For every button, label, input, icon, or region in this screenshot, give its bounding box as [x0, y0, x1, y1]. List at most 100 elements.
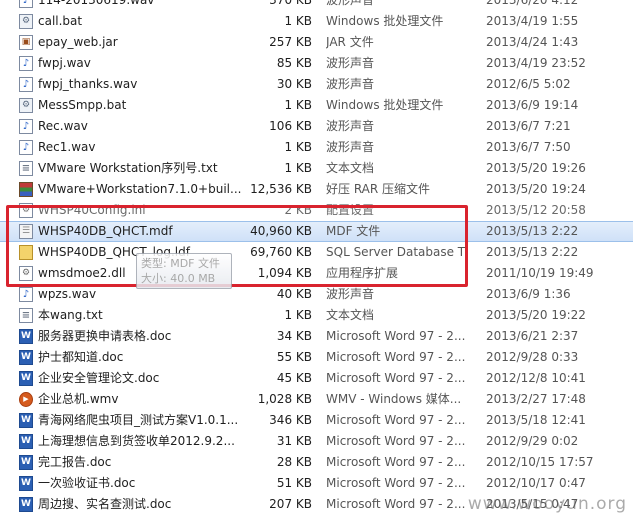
file-size: 1 KB: [284, 14, 312, 28]
file-date: 2013/6/9 19:14: [486, 98, 579, 112]
file-row[interactable]: 企业总机.wmv 1,028 KB WMV - Windows 媒体... 2013/…: [0, 389, 633, 410]
file-row[interactable]: MessSmpp.bat 1 KB Windows 批处理文件 2013/6/9 19…: [0, 95, 633, 116]
wav-icon: [19, 140, 33, 155]
wav-icon: [19, 119, 33, 134]
batch-file-icon: [19, 98, 33, 113]
file-size: 12,536 KB: [250, 182, 312, 196]
file-name: VMware Workstation序列号.txt: [38, 161, 218, 175]
file-size: 207 KB: [269, 497, 312, 511]
file-size: 257 KB: [269, 35, 312, 49]
file-row[interactable]: 青海网络爬虫项目_测试方案V1.0.1... 346 KB Microsoft Wo…: [0, 410, 633, 431]
file-name: epay_web.jar: [38, 35, 118, 49]
file-row[interactable]: VMware Workstation序列号.txt 1 KB 文本文档 2013/5/…: [0, 158, 633, 179]
file-row[interactable]: fwpj.wav 85 KB 波形声音 2013/4/19 23:52: [0, 53, 633, 74]
file-type: Microsoft Word 97 - 2...: [326, 329, 466, 343]
file-date: 2012/10/15 17:57: [486, 455, 594, 469]
file-date: 2012/12/8 10:41: [486, 371, 586, 385]
file-size: 51 KB: [276, 476, 312, 490]
word-document-icon: [19, 413, 33, 428]
file-row[interactable]: 上海理想信息到货签收单2012.9.2... 31 KB Microsoft Wor…: [0, 431, 633, 452]
file-row[interactable]: 服务器更换申请表格.doc 34 KB Microsoft Word 97 - 2.…: [0, 326, 633, 347]
file-date: 2012/9/28 0:33: [486, 350, 579, 364]
wav-icon: [19, 287, 33, 302]
file-type: 文本文档: [326, 308, 375, 322]
file-date: 2013/6/21 2:37: [486, 329, 579, 343]
word-document-icon: [19, 350, 33, 365]
file-date: 2013/4/19 23:52: [486, 56, 586, 70]
file-date: 2013/5/13 2:22: [486, 245, 579, 259]
file-name: 青海网络爬虫项目_测试方案V1.0.1...: [38, 413, 239, 427]
word-document-icon: [19, 497, 33, 512]
file-name: 企业安全管理论文.doc: [38, 371, 160, 385]
file-type: 波形声音: [326, 140, 375, 154]
file-type: 文本文档: [326, 161, 375, 175]
file-row[interactable]: 本wang.txt 1 KB 文本文档 2013/5/20 19:22: [0, 305, 633, 326]
word-document-icon: [19, 371, 33, 386]
file-type: Windows 批处理文件: [326, 98, 444, 112]
rar-archive-icon: [19, 182, 33, 197]
file-type: Microsoft Word 97 - 2...: [326, 350, 466, 364]
file-row[interactable]: call.bat 1 KB Windows 批处理文件 2013/4/19 1:55: [0, 11, 633, 32]
wav-icon: [19, 56, 33, 71]
file-name: Rec.wav: [38, 119, 88, 133]
batch-file-icon: [19, 14, 33, 29]
file-date: 2013/6/7 7:21: [486, 119, 571, 133]
file-row[interactable]: Rec.wav 106 KB 波形声音 2013/6/7 7:21: [0, 116, 633, 137]
file-info-tooltip: 类型: MDF 文件 大小: 40.0 MB: [136, 253, 232, 289]
word-document-icon: [19, 455, 33, 470]
word-document-icon: [19, 434, 33, 449]
file-size: 30 KB: [276, 77, 312, 91]
text-file-icon: [19, 161, 33, 176]
word-document-icon: [19, 329, 33, 344]
file-date: 2013/6/7 7:50: [486, 140, 571, 154]
file-type: Microsoft Word 97 - 2...: [326, 371, 466, 385]
file-name: fwpj.wav: [38, 56, 91, 70]
file-type: Microsoft Word 97 - 2...: [326, 476, 466, 490]
file-date: 2013/5/13 2:22: [486, 224, 579, 238]
file-name: 本wang.txt: [38, 308, 103, 322]
file-type: JAR 文件: [326, 35, 374, 49]
file-row[interactable]: VMware+Workstation7.1.0+buil... 12,536 KB…: [0, 179, 633, 200]
file-row[interactable]: epay_web.jar 257 KB JAR 文件 2013/4/24 1:43: [0, 32, 633, 53]
jar-file-icon: [19, 35, 33, 50]
file-date: 2013/5/20 19:24: [486, 182, 586, 196]
file-type: 波形声音: [326, 77, 375, 91]
file-type: WMV - Windows 媒体...: [326, 392, 462, 406]
file-size: 85 KB: [276, 56, 312, 70]
file-size: 40 KB: [276, 287, 312, 301]
file-date: 2013/5/20 19:26: [486, 161, 586, 175]
tooltip-type: 类型: MDF 文件: [141, 257, 220, 270]
file-size: 28 KB: [276, 455, 312, 469]
file-type: 波形声音: [326, 287, 375, 301]
file-type: Microsoft Word 97 - 2...: [326, 434, 466, 448]
file-name: Rec1.wav: [38, 140, 96, 154]
tooltip-size: 大小: 40.0 MB: [141, 272, 216, 285]
watermark: www.wooyun.org: [467, 494, 627, 514]
file-name: VMware+Workstation7.1.0+buil...: [38, 182, 242, 196]
file-size: 106 KB: [269, 119, 312, 133]
file-type: 波形声音: [326, 119, 375, 133]
file-date: 2013/2/27 17:48: [486, 392, 586, 406]
file-row[interactable]: 企业安全管理论文.doc 45 KB Microsoft Word 97 - 2..…: [0, 368, 633, 389]
file-row[interactable]: fwpj_thanks.wav 30 KB 波形声音 2012/6/5 5:02: [0, 74, 633, 95]
file-type: Microsoft Word 97 - 2...: [326, 455, 466, 469]
file-size: 34 KB: [276, 329, 312, 343]
text-file-icon: [19, 308, 33, 323]
file-row[interactable]: wpzs.wav 40 KB 波形声音 2013/6/9 1:36: [0, 284, 633, 305]
file-type: Microsoft Word 97 - 2...: [326, 413, 466, 427]
file-row[interactable]: 114-20130619.wav 370 KB 波形声音 2013/6/20 4:12: [0, 0, 633, 11]
file-name: call.bat: [38, 14, 83, 28]
file-name: 服务器更换申请表格.doc: [38, 329, 172, 343]
file-size: 1 KB: [284, 161, 312, 175]
file-name: wpzs.wav: [38, 287, 97, 301]
file-name: 完工报告.doc: [38, 455, 112, 469]
file-type: Windows 批处理文件: [326, 14, 444, 28]
file-date: 2013/6/9 1:36: [486, 287, 571, 301]
file-row[interactable]: 护士都知道.doc 55 KB Microsoft Word 97 - 2... 20…: [0, 347, 633, 368]
file-size: 346 KB: [269, 413, 312, 427]
file-row[interactable]: 一次验收证书.doc 51 KB Microsoft Word 97 - 2... 2…: [0, 473, 633, 494]
file-row[interactable]: Rec1.wav 1 KB 波形声音 2013/6/7 7:50: [0, 137, 633, 158]
file-size: 1 KB: [284, 308, 312, 322]
file-size: 55 KB: [276, 350, 312, 364]
file-row[interactable]: 完工报告.doc 28 KB Microsoft Word 97 - 2... 201…: [0, 452, 633, 473]
